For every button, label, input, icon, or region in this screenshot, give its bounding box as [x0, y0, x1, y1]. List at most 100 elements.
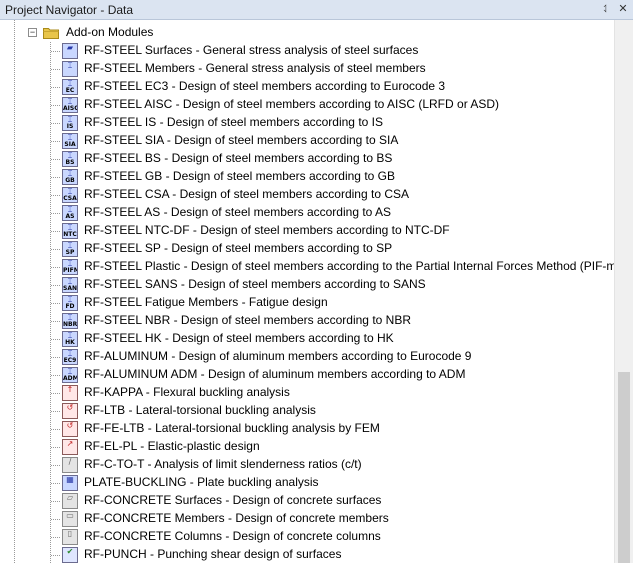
module-code: SIA	[64, 141, 76, 148]
module-label: RF-CONCRETE Surfaces - Design of concret…	[84, 493, 382, 507]
tree-connector	[51, 303, 60, 304]
module-icon: ⌶	[62, 61, 78, 77]
module-glyph-icon: ▭	[66, 511, 74, 520]
module-icon: ⌶ BS	[62, 151, 78, 167]
module-icon: ↺	[62, 403, 78, 419]
tree-connector	[51, 213, 60, 214]
tree-connector	[51, 141, 60, 142]
tree-connector	[51, 447, 60, 448]
tree-connector	[51, 267, 60, 268]
module-code: ADM	[63, 375, 78, 382]
module-code: HK	[65, 339, 75, 346]
module-icon: ⌶ AS	[62, 205, 78, 221]
module-icon: ⌶ EC9	[62, 349, 78, 365]
module-icon: ⌶ GB	[62, 169, 78, 185]
pin-icon[interactable]: ⥑	[599, 2, 613, 16]
module-label: RF-STEEL Plastic - Design of steel membe…	[84, 259, 614, 273]
module-label: RF-ALUMINUM - Design of aluminum members…	[84, 349, 472, 363]
collapse-icon[interactable]: −	[28, 28, 37, 37]
module-glyph-icon: ⌶	[67, 187, 73, 196]
tree-connector	[51, 123, 60, 124]
tree-node-label: Add-on Modules	[66, 25, 154, 39]
module-icon: ▦	[62, 475, 78, 491]
module-glyph-icon: ↑	[66, 385, 74, 394]
module-glyph-icon: ⌶	[67, 115, 73, 124]
tree-connector	[51, 177, 60, 178]
module-label: RF-STEEL AISC - Design of steel members …	[84, 97, 500, 111]
module-glyph-icon: ▯	[67, 529, 73, 538]
module-icon: ▯	[62, 529, 78, 545]
module-glyph-icon: ⌶	[67, 97, 73, 106]
module-code: PIFM	[63, 267, 77, 274]
module-icon: ⌶ SIA	[62, 133, 78, 149]
module-glyph-icon: ⌶	[67, 331, 73, 340]
tree-connector	[51, 357, 60, 358]
module-glyph-icon: ⌶	[67, 259, 73, 268]
module-label: RF-FE-LTB - Lateral-torsional buckling a…	[84, 421, 380, 435]
module-icon: ∕	[62, 457, 78, 473]
module-icon: ⌶ IS	[62, 115, 78, 131]
module-label: RF-STEEL Fatigue Members - Fatigue desig…	[84, 295, 328, 309]
module-icon: ⌶ CSA	[62, 187, 78, 203]
module-icon: ⌶PIFM	[62, 259, 78, 275]
vertical-scrollbar[interactable]	[614, 20, 633, 563]
folder-icon	[43, 28, 59, 39]
panel-titlebar: Project Navigator - Data ⥑ ✕	[0, 0, 633, 20]
module-glyph-icon: ↺	[66, 421, 74, 430]
module-label: RF-STEEL NTC-DF - Design of steel member…	[84, 223, 450, 237]
module-code: NBR	[63, 321, 78, 328]
module-glyph-icon: ⌶	[67, 241, 73, 250]
module-label: RF-STEEL Members - General stress analys…	[84, 61, 426, 75]
tree-connector	[51, 483, 60, 484]
module-glyph-icon: ▱	[66, 493, 74, 502]
module-label: RF-KAPPA - Flexural buckling analysis	[84, 385, 290, 399]
tree-connector	[51, 429, 60, 430]
module-icon: ▭	[62, 511, 78, 527]
module-label: RF-STEEL EC3 - Design of steel members a…	[84, 79, 446, 93]
module-glyph-icon: ⌶	[67, 205, 73, 214]
module-code: BS	[65, 159, 75, 166]
tree-connector	[51, 285, 60, 286]
tree-connector	[51, 375, 60, 376]
module-code: IS	[66, 123, 74, 130]
module-glyph-icon: ⌶	[67, 151, 73, 160]
scrollbar-thumb[interactable]	[618, 372, 630, 563]
module-icon: ⌶ NBR	[62, 313, 78, 329]
module-glyph-icon: ∕	[68, 457, 72, 466]
module-icon: ⌶SANS	[62, 277, 78, 293]
module-icon: ↺	[62, 421, 78, 437]
module-glyph-icon: ⌶	[67, 79, 73, 88]
tree-connector	[51, 393, 60, 394]
tree-connector	[51, 69, 60, 70]
module-glyph-icon: ⌶	[67, 295, 73, 304]
module-label: RF-EL-PL - Elastic-plastic design	[84, 439, 260, 453]
tree-connector	[51, 321, 60, 322]
tree-connector	[51, 465, 60, 466]
tree-connector	[51, 411, 60, 412]
module-glyph-icon: ⌶	[67, 133, 73, 142]
module-code: NTC	[63, 231, 77, 238]
module-label: RF-STEEL HK - Design of steel members ac…	[84, 331, 394, 345]
tree-connector	[51, 249, 60, 250]
close-icon[interactable]: ✕	[616, 2, 630, 16]
module-label: RF-STEEL NBR - Design of steel members a…	[84, 313, 411, 327]
tree-connector	[51, 501, 60, 502]
module-code: GB	[65, 177, 75, 184]
module-icon: ↑	[62, 385, 78, 401]
module-glyph-icon: ⌶	[67, 61, 73, 70]
module-label: RF-STEEL Surfaces - General stress analy…	[84, 43, 419, 57]
module-glyph-icon: ⌶	[67, 367, 73, 376]
module-code: AS	[65, 213, 75, 220]
tree-connector	[51, 339, 60, 340]
tree-connector	[51, 231, 60, 232]
module-icon: ⌶ NTC	[62, 223, 78, 239]
tree-connector	[51, 195, 60, 196]
module-code: AISC	[63, 105, 78, 112]
module-label: RF-STEEL SIA - Design of steel members a…	[84, 133, 399, 147]
module-label: PLATE-BUCKLING - Plate buckling analysis	[84, 475, 319, 489]
module-label: RF-CONCRETE Members - Design of concrete…	[84, 511, 389, 525]
tree-connector	[51, 159, 60, 160]
tree-connector	[51, 105, 60, 106]
module-glyph-icon: ✔	[66, 547, 74, 556]
module-icon: ⌶ ADM	[62, 367, 78, 383]
